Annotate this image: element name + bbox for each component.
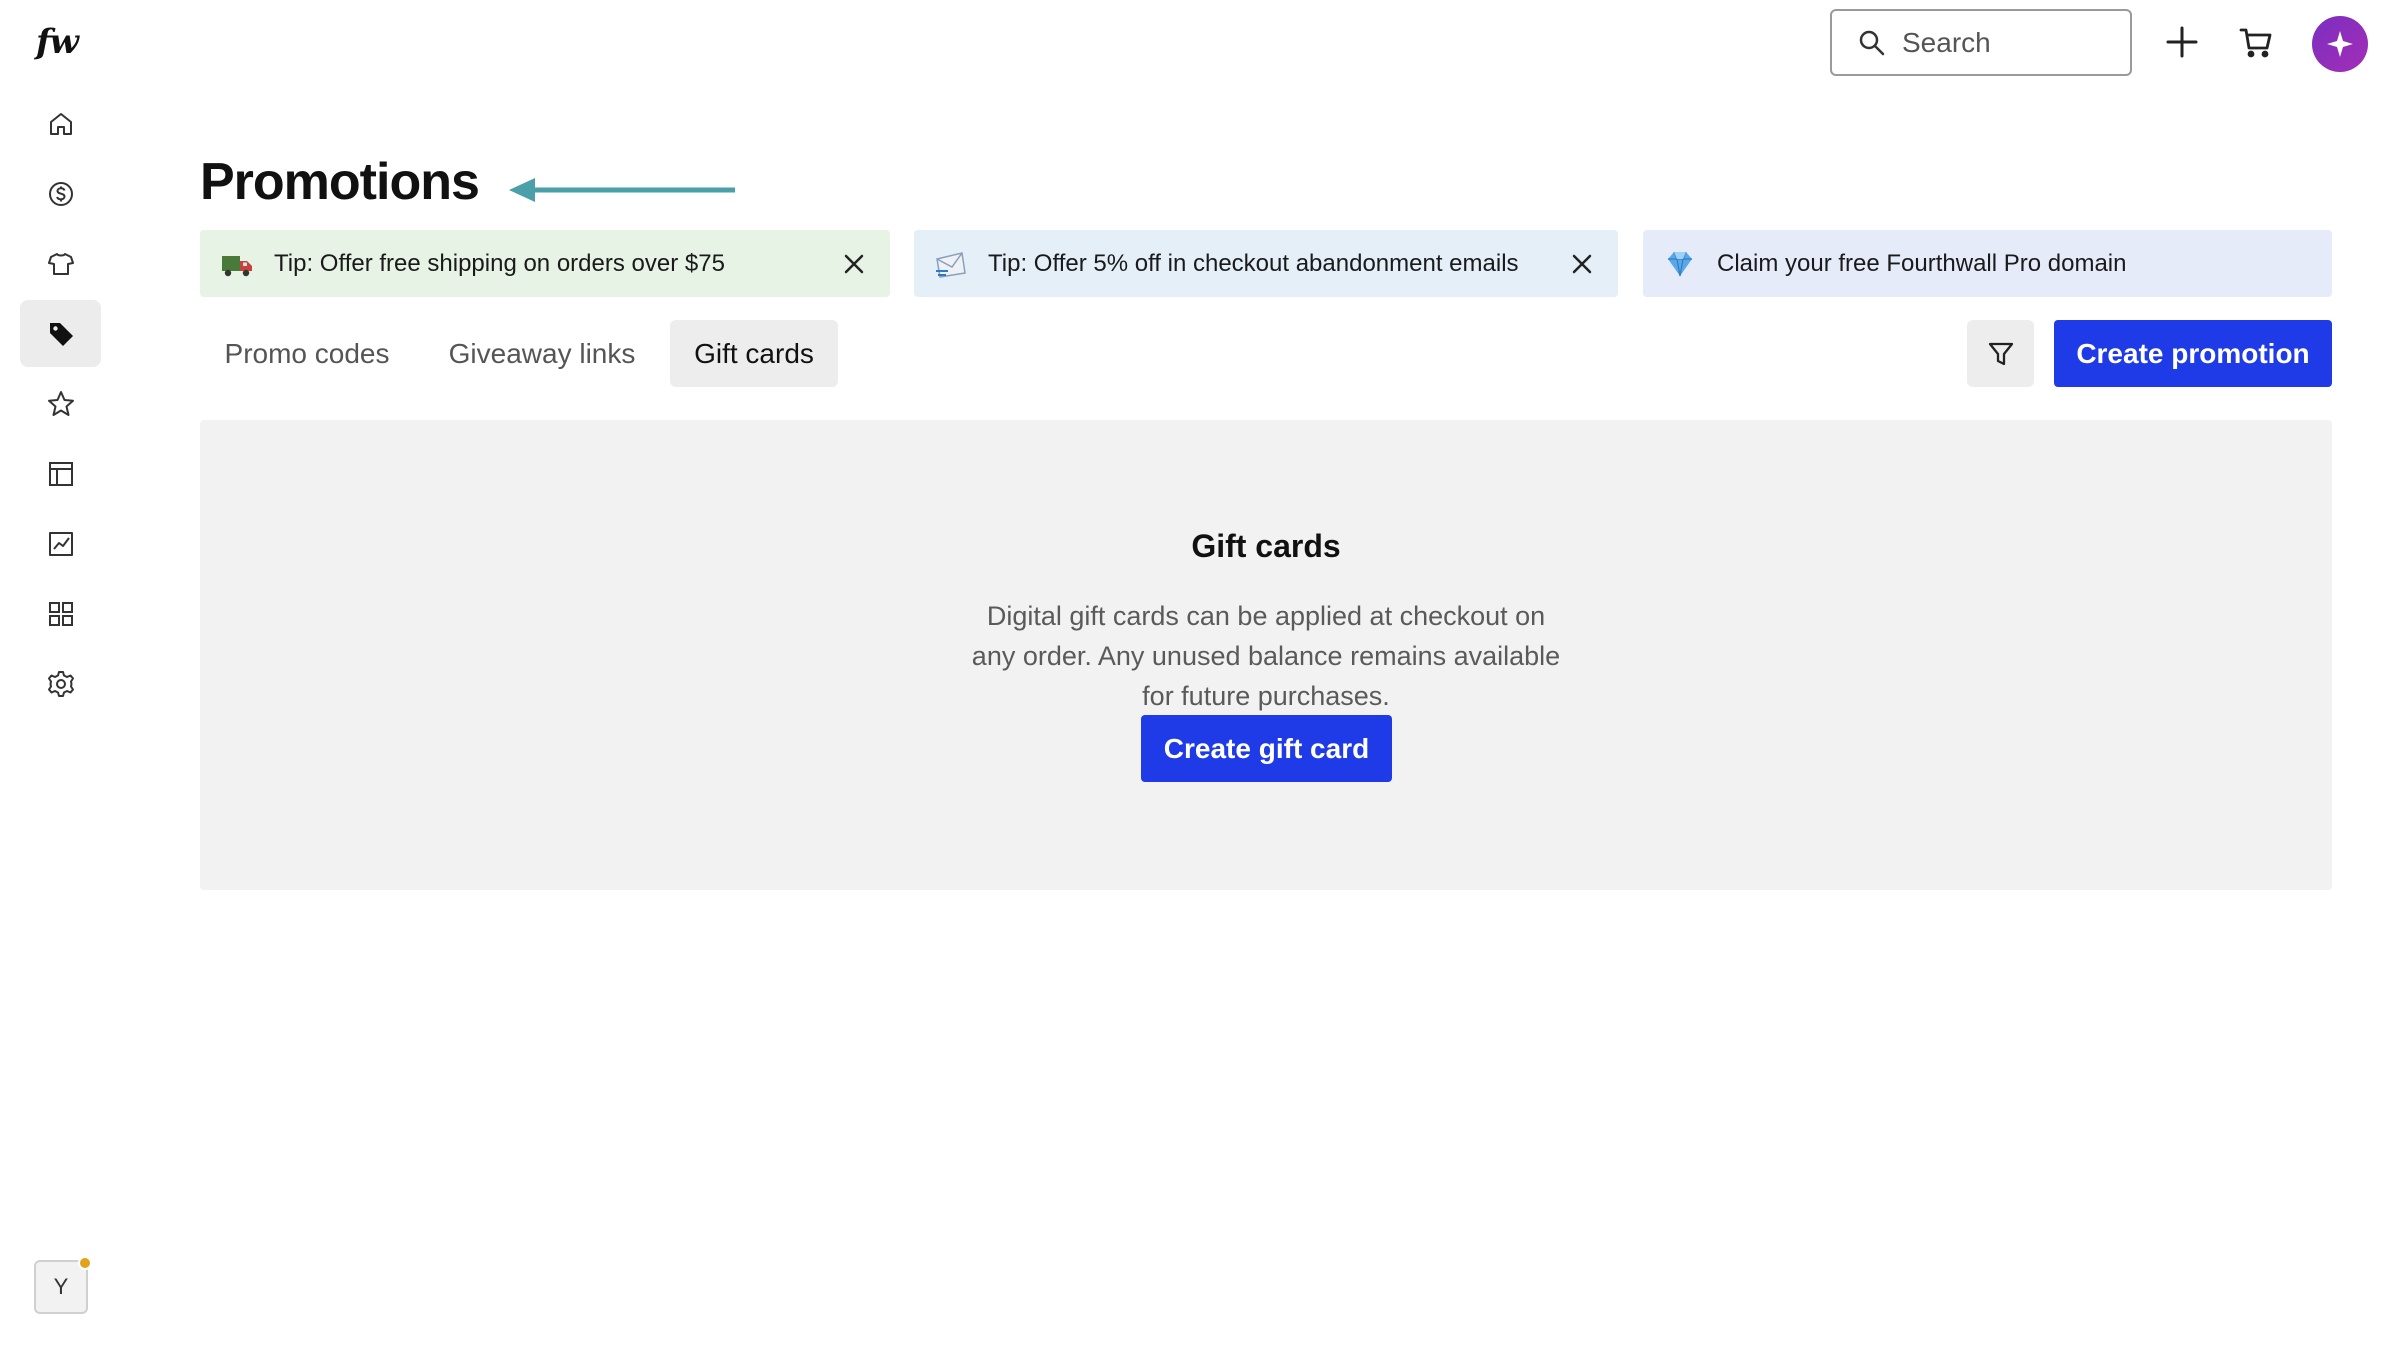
tshirt-icon <box>47 252 74 275</box>
sidebar-item-home[interactable] <box>20 90 101 157</box>
gem-icon <box>1663 247 1697 281</box>
page-title: Promotions <box>200 153 480 211</box>
envelope-icon <box>934 247 968 281</box>
chart-icon <box>48 531 73 556</box>
banner-pro-domain[interactable]: Claim your free Fourthwall Pro domain <box>1643 230 2332 297</box>
sidebar-item-memberships[interactable] <box>20 370 101 437</box>
ai-assistant-button[interactable] <box>2312 16 2368 72</box>
empty-state-title: Gift cards <box>1191 528 1341 564</box>
tab-gift-cards[interactable]: Gift cards <box>670 320 838 387</box>
star-icon <box>47 390 74 416</box>
tab-giveaway-links[interactable]: Giveaway links <box>431 320 653 387</box>
user-avatar[interactable]: Y <box>34 1256 92 1314</box>
dollar-circle-icon <box>48 181 73 206</box>
sidebar-item-settings[interactable] <box>20 650 101 717</box>
banner-text: Tip: Offer free shipping on orders over … <box>274 249 725 277</box>
search-icon <box>1859 30 1885 55</box>
tab-promo-codes[interactable]: Promo codes <box>200 320 414 387</box>
plus-icon <box>2166 26 2198 58</box>
truck-icon <box>220 247 254 281</box>
add-button[interactable] <box>2160 20 2204 64</box>
sidebar-item-analytics[interactable] <box>20 510 101 577</box>
banner-text: Tip: Offer 5% off in checkout abandonmen… <box>988 249 1519 277</box>
filter-button[interactable] <box>1967 320 2034 387</box>
create-gift-card-button[interactable]: Create gift card <box>1141 715 1392 782</box>
grid-icon <box>48 601 73 626</box>
annotation-arrow <box>509 178 735 202</box>
sidebar-item-promotions[interactable] <box>20 300 101 367</box>
sidebar-item-apps[interactable] <box>20 580 101 647</box>
close-icon[interactable] <box>840 250 868 278</box>
sidebar-item-site-design[interactable] <box>20 440 101 507</box>
sidebar-item-sales[interactable] <box>20 160 101 227</box>
user-initial: Y <box>53 1274 69 1299</box>
layout-icon <box>48 461 73 486</box>
sparkle-icon <box>2327 31 2353 57</box>
cart-button[interactable] <box>2234 20 2278 64</box>
empty-state-description: Digital gift cards can be applied at che… <box>971 601 1561 711</box>
tip-banner-free-shipping: Tip: Offer free shipping on orders over … <box>200 230 890 297</box>
search-box[interactable] <box>1830 9 2132 76</box>
tip-banner-abandonment-emails: Tip: Offer 5% off in checkout abandonmen… <box>914 230 1618 297</box>
create-promotion-button[interactable]: Create promotion <box>2054 320 2332 387</box>
cart-icon <box>2239 28 2272 58</box>
filter-icon <box>1988 342 2013 365</box>
tag-icon <box>49 322 73 346</box>
home-icon <box>49 112 72 135</box>
notification-dot <box>78 1256 92 1270</box>
search-input[interactable] <box>1902 26 2122 59</box>
gift-cards-empty-state: Gift cards Digital gift cards can be app… <box>200 420 2332 890</box>
banner-text: Claim your free Fourthwall Pro domain <box>1717 249 2127 277</box>
gear-icon <box>47 670 74 697</box>
app-page: fw Y Search Promotions Tip: Offer free s… <box>0 0 2400 1346</box>
app-logo[interactable]: fw <box>36 22 79 62</box>
sidebar: fw Y <box>0 0 120 1346</box>
sidebar-item-products[interactable] <box>20 230 101 297</box>
close-icon[interactable] <box>1568 250 1596 278</box>
